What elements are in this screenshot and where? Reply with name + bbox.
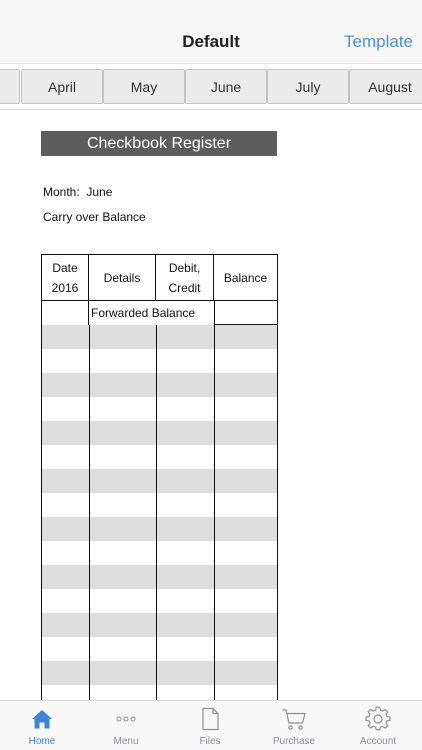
tab-files-label: Files	[199, 736, 221, 747]
register-rows	[42, 325, 277, 714]
month-line: Month: June	[43, 185, 112, 199]
forwarded-date-cell[interactable]	[42, 301, 89, 325]
tab-menu-label: Menu	[113, 736, 139, 747]
tab-purchase-label: Purchase	[272, 736, 316, 747]
forwarded-balance-cell[interactable]	[214, 301, 277, 325]
tab-bar: Home Menu Files Purchase Account	[0, 700, 422, 750]
month-tab-april[interactable]: April	[21, 69, 103, 104]
register-table: Date 2016 Details Debit, Credit Balance …	[41, 254, 278, 714]
header-date-line1: Date	[52, 260, 78, 275]
header-date: Date 2016	[42, 254, 89, 301]
month-tab-august[interactable]: August	[349, 69, 422, 104]
tab-account[interactable]: Account	[336, 701, 420, 750]
header-details: Details	[89, 254, 156, 301]
header-debit-line1: Debit,	[168, 260, 201, 275]
table-row[interactable]	[42, 421, 277, 445]
template-button[interactable]: Template	[344, 32, 413, 52]
forwarded-balance-label: Forwarded Balance	[91, 306, 196, 320]
tab-home[interactable]: Home	[0, 701, 84, 750]
month-tab-previous[interactable]	[0, 69, 20, 104]
table-row[interactable]	[42, 397, 277, 421]
table-row[interactable]	[42, 565, 277, 589]
month-selector: April May June July August	[0, 64, 422, 110]
navigation-bar: Default Template	[0, 0, 422, 64]
month-tab-june[interactable]: June	[185, 69, 267, 104]
column-divider	[156, 325, 157, 714]
table-row[interactable]	[42, 589, 277, 613]
more-dots-icon	[113, 706, 139, 732]
month-tab-may[interactable]: May	[103, 69, 185, 104]
forwarded-balance-row: Forwarded Balance	[42, 301, 277, 325]
header-date-line2: 2016	[51, 280, 79, 295]
column-divider	[89, 325, 90, 714]
header-debit-line2: Credit	[168, 280, 201, 295]
file-icon	[197, 706, 223, 732]
table-row[interactable]	[42, 349, 277, 373]
month-tab-july[interactable]: July	[267, 69, 349, 104]
table-row[interactable]	[42, 469, 277, 493]
tab-account-label: Account	[359, 736, 397, 747]
tab-home-label: Home	[28, 736, 56, 747]
table-row[interactable]	[42, 325, 277, 349]
tab-menu[interactable]: Menu	[84, 701, 168, 750]
month-label: Month:	[43, 185, 80, 199]
table-row[interactable]	[42, 637, 277, 661]
home-icon	[29, 706, 55, 732]
table-row[interactable]	[42, 445, 277, 469]
tab-files[interactable]: Files	[168, 701, 252, 750]
carry-over-balance-label: Carry over Balance	[43, 210, 146, 224]
table-row[interactable]	[42, 661, 277, 685]
column-divider	[214, 325, 215, 714]
register-title: Checkbook Register	[41, 131, 277, 156]
header-balance: Balance	[214, 254, 277, 301]
header-debit-credit: Debit, Credit	[156, 254, 214, 301]
gear-icon	[365, 706, 391, 732]
table-row[interactable]	[42, 517, 277, 541]
cart-icon	[281, 706, 307, 732]
table-row[interactable]	[42, 493, 277, 517]
table-row[interactable]	[42, 373, 277, 397]
table-row[interactable]	[42, 541, 277, 565]
table-row[interactable]	[42, 613, 277, 637]
month-value: June	[86, 185, 113, 199]
tab-purchase[interactable]: Purchase	[252, 701, 336, 750]
